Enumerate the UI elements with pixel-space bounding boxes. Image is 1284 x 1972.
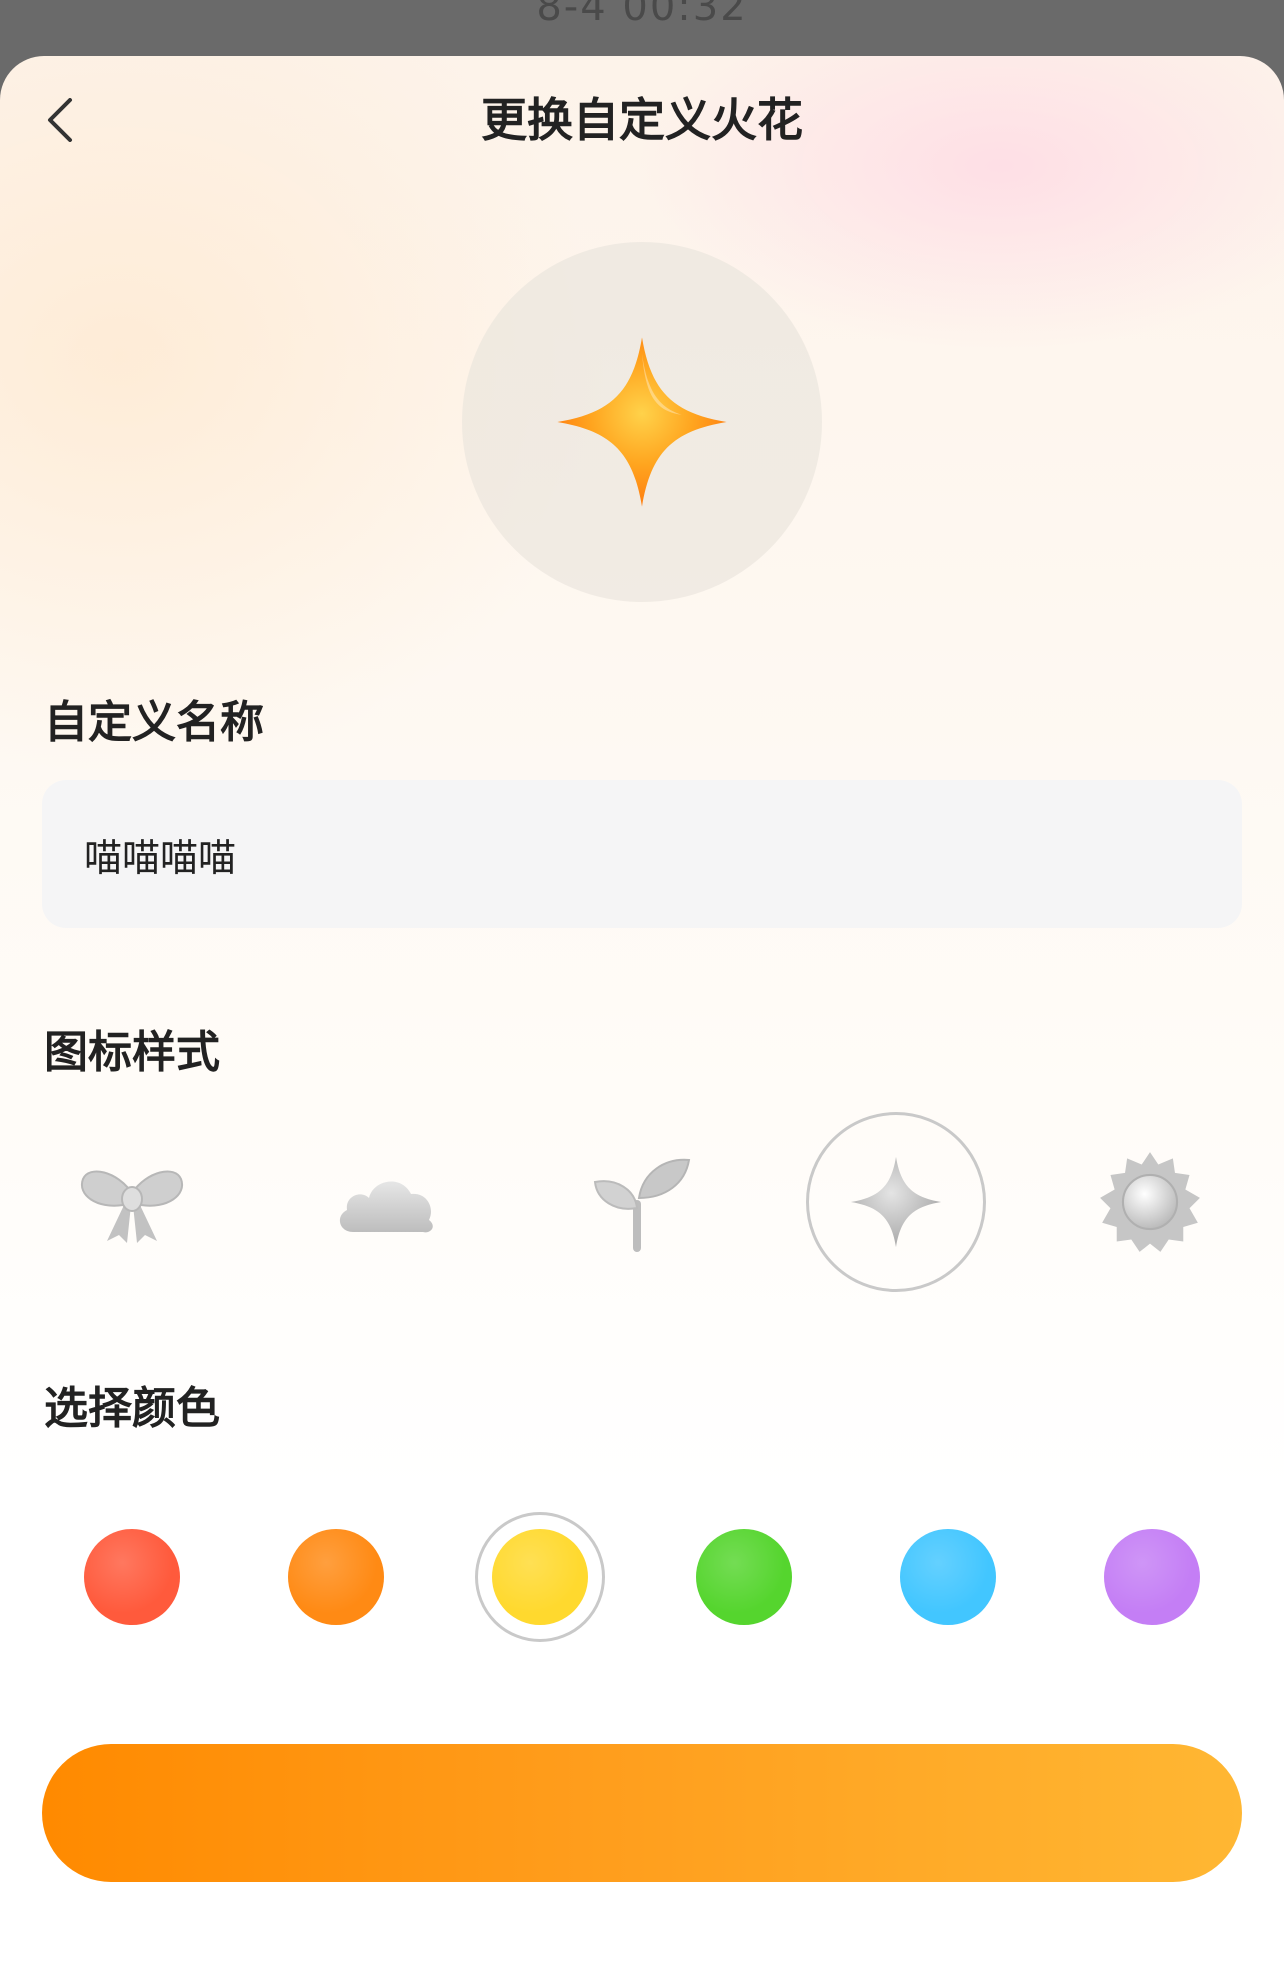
sun-icon <box>1100 1152 1200 1252</box>
icon-option-cloud[interactable] <box>296 1112 476 1292</box>
bow-icon <box>80 1170 184 1243</box>
color-option-blue[interactable] <box>883 1512 1013 1642</box>
sparkle-star-icon <box>557 337 727 507</box>
icon-option-sprout[interactable] <box>550 1112 730 1292</box>
color-swatch <box>900 1529 996 1625</box>
custom-name-input[interactable] <box>42 780 1242 928</box>
bottom-sheet: 更换自定义火花 自定义名称 图标样式 <box>0 56 1284 1972</box>
color-option-green[interactable] <box>679 1512 809 1642</box>
sprout-icon <box>593 1158 691 1252</box>
color-option-purple[interactable] <box>1087 1512 1217 1642</box>
color-swatch <box>492 1529 588 1625</box>
icon-option-sun[interactable] <box>1060 1112 1240 1292</box>
page-title: 更换自定义火花 <box>481 93 803 147</box>
status-time: 8-4 00:32 <box>536 0 748 30</box>
cloud-icon <box>339 1181 433 1233</box>
color-option-red[interactable] <box>67 1512 197 1642</box>
color-swatch <box>1104 1529 1200 1625</box>
color-section-label: 选择颜色 <box>44 1383 220 1434</box>
color-swatch <box>84 1529 180 1625</box>
color-option-yellow[interactable] <box>475 1512 605 1642</box>
sparkle-star-icon <box>850 1156 942 1248</box>
name-section-label: 自定义名称 <box>44 697 264 748</box>
color-option-orange[interactable] <box>271 1512 401 1642</box>
icon-section-label: 图标样式 <box>44 1027 220 1078</box>
icon-option-bow[interactable] <box>42 1112 222 1292</box>
icon-option-sparkle[interactable] <box>806 1112 986 1292</box>
spark-preview <box>462 242 822 602</box>
confirm-button[interactable] <box>42 1744 1242 1882</box>
color-swatch <box>696 1529 792 1625</box>
color-swatch <box>288 1529 384 1625</box>
